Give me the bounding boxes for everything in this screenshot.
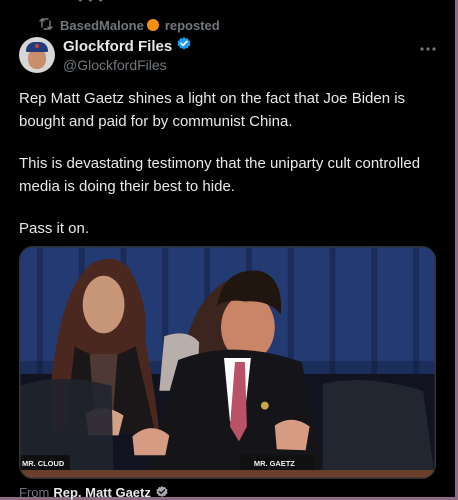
author-name[interactable]: Glockford Files [63,38,172,55]
post-body: Rep Matt Gaetz shines a light on the fac… [19,88,429,261]
post-paragraph-3: Pass it on. [19,220,90,237]
author-avatar[interactable] [19,37,55,73]
more-horizontal-icon [419,39,437,57]
from-label: From [19,484,50,500]
avatar-cap-mark [35,44,39,48]
more-options-button[interactable] [416,40,440,56]
post-paragraph-2: This is devastating testimony that the u… [19,155,421,195]
from-name[interactable]: Rep. Matt Gaetz [53,485,151,500]
author-name-row[interactable]: Glockford Files [63,36,192,56]
orange-badge-icon [146,19,159,31]
post-paragraph-1: Rep Matt Gaetz shines a light on the fac… [19,90,406,130]
placard-left: MR. CLOUD [22,459,65,468]
repost-indicator[interactable]: BasedMalone reposted [38,16,220,34]
media-attribution[interactable]: From Rep. Matt Gaetz [19,483,169,500]
author-handle[interactable]: @GlockfordFiles [63,57,167,73]
video-media[interactable]: MR. CLOUD MR. GAETZ [19,246,436,479]
gray-verified-icon [155,485,169,499]
repost-user[interactable]: BasedMalone [60,18,144,33]
placard-right: MR. GAETZ [254,459,295,468]
repost-action: reposted [164,17,220,33]
verified-badge-icon [176,36,192,56]
previous-post-fragment: • • • [78,0,104,7]
repost-icon [38,16,54,35]
